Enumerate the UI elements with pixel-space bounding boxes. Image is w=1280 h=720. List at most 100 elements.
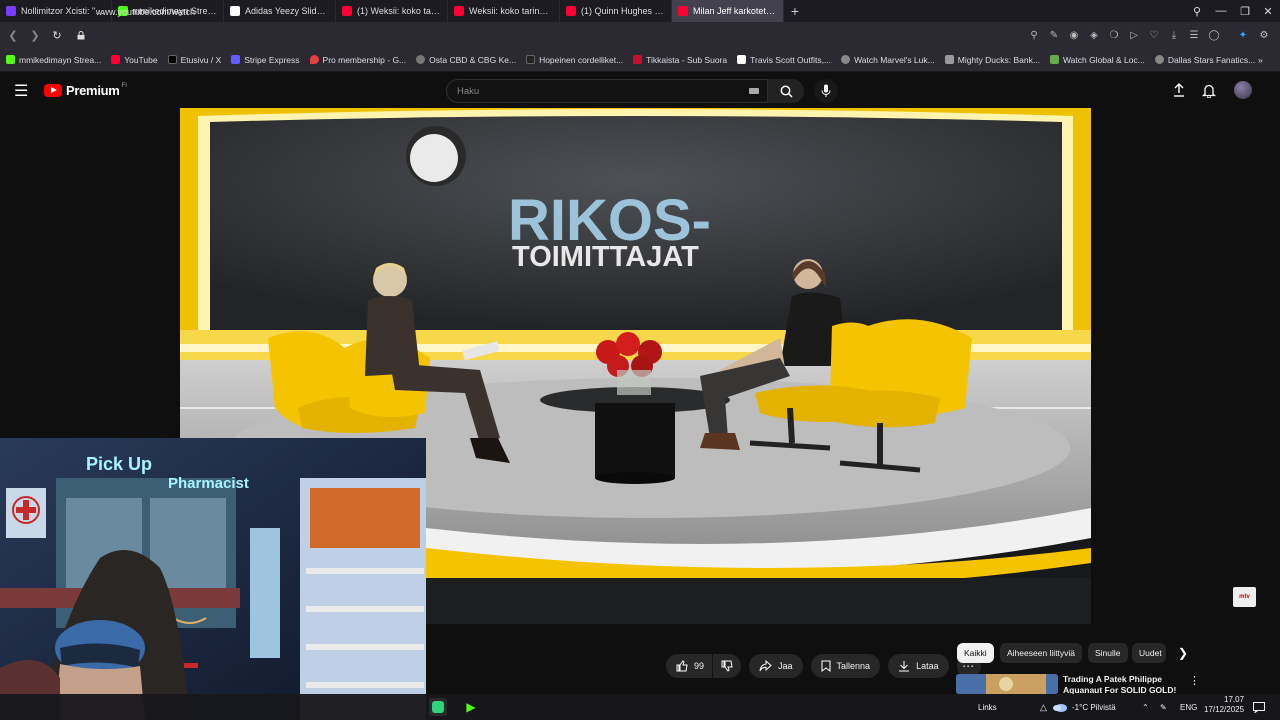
heart-icon[interactable]: ♡ [1147, 29, 1161, 41]
pharmacy-sign-left: Pick Up [86, 454, 152, 474]
back-icon[interactable]: ❮ [2, 24, 24, 46]
globe-icon [416, 55, 426, 64]
shield-icon[interactable]: ◈ [1087, 29, 1101, 41]
bookmark-item[interactable]: Mighty Ducks: Bank... [944, 55, 1040, 65]
maximize-button[interactable]: ❐ [1233, 0, 1257, 22]
search-icon [780, 85, 793, 98]
stripe-icon [231, 55, 241, 64]
play-icon[interactable]: ▷ [1127, 29, 1141, 41]
vpn-icon[interactable]: ❍ [1107, 29, 1121, 41]
share-button[interactable]: Jaa [749, 654, 803, 678]
camera-icon[interactable]: ◉ [1067, 29, 1081, 41]
hamburger-menu-icon[interactable]: ☰ [14, 81, 28, 101]
avatar[interactable] [1234, 81, 1252, 99]
bookmark-item[interactable]: Stripe Express [231, 55, 300, 65]
pharmacy-sign-right: Pharmacist [168, 475, 249, 492]
kick-app-icon: ▶ [466, 700, 476, 714]
bookmark-item[interactable]: Tikkaista - Sub Suora [633, 55, 727, 65]
browser-tab[interactable]: (1) Quinn Hughes Minneso [560, 0, 672, 22]
bookmark-item[interactable]: Hopeinen cordelliket... [526, 55, 623, 65]
globe-icon [841, 55, 851, 64]
taskbar-app-icon[interactable] [429, 698, 447, 716]
find-icon[interactable]: ⚲ [1027, 29, 1041, 41]
bookmark-item[interactable]: Watch Marvel's Luk... [841, 55, 935, 65]
weather-status[interactable]: -1°C Pilvistä [1072, 698, 1116, 716]
chevron-up-icon[interactable]: ⌃ [1142, 698, 1149, 716]
download-icon [899, 661, 910, 672]
upload-icon[interactable] [1171, 82, 1187, 98]
taskbar-app-icon[interactable]: ▶ [462, 698, 480, 716]
lock-icon[interactable] [70, 24, 92, 46]
duck-icon [944, 55, 954, 64]
keyboard-icon[interactable] [749, 88, 759, 94]
chip-for-you[interactable]: Sinulle [1088, 643, 1128, 663]
recommendation-title[interactable]: Trading A Patek Philippe Aquanaut For SO… [1063, 674, 1181, 696]
browser-tab[interactable]: (1) Weksii: koko tarina sen [336, 0, 448, 22]
channel-watermark[interactable]: mtv [1233, 587, 1256, 607]
minimize-button[interactable]: — [1209, 0, 1233, 22]
search-button[interactable] [768, 79, 804, 103]
links-toolbar[interactable]: Links [978, 698, 997, 716]
bookmark-item[interactable]: YouTube [111, 55, 158, 65]
settings-icon[interactable]: ⚙ [1257, 29, 1271, 41]
bookmarks-overflow-icon[interactable]: » [1258, 55, 1263, 65]
extension-icon[interactable]: ✦ [1236, 29, 1250, 41]
profile-icon[interactable]: ◯ [1207, 29, 1221, 41]
browser-tab-active[interactable]: Milan Jeff karkotettiin [672, 0, 784, 22]
language-indicator[interactable]: ENG [1180, 698, 1197, 716]
bookmark-item[interactable]: Pro membership - G... [309, 55, 406, 65]
youtube-premium-logo[interactable]: Premium FI [44, 83, 127, 98]
recommendation-thumbnail[interactable] [956, 674, 1058, 694]
kick-icon [6, 55, 15, 64]
windows-taskbar: ▶ Links △ -1°C Pilvistä ⌃ ✎ ENG 17.07 17… [0, 694, 1280, 720]
notification-icon[interactable] [1253, 698, 1265, 716]
weather-icon[interactable] [1052, 698, 1068, 716]
close-button[interactable]: ✕ [1256, 0, 1280, 22]
tab-title: Nollimitzor Xcisti: "Kick Stre [21, 6, 105, 16]
logo-region: FI [121, 82, 127, 89]
save-button[interactable]: Tallenna [810, 654, 881, 678]
menu-lines-icon[interactable]: ☰ [1187, 29, 1201, 41]
clock-date: 17/12/2025 [1204, 705, 1245, 714]
like-count: 99 [694, 661, 705, 671]
dislike-button[interactable] [713, 654, 742, 678]
chip-all[interactable]: Kaikki [957, 643, 994, 663]
browser-tab[interactable]: Adidas Yeezy Slide Azure [224, 0, 336, 22]
recommendation-menu-icon[interactable]: ⋮ [1189, 674, 1200, 687]
globe-icon [1154, 55, 1164, 64]
video-actions: 99 Jaa Tallenna Lataa ⋯ [666, 654, 989, 678]
forward-icon[interactable]: ❯ [24, 24, 46, 46]
hat-icon [737, 55, 747, 64]
browser-tab[interactable]: Weksii: koko tarina sensuro [448, 0, 560, 22]
x-icon [6, 6, 16, 16]
reload-icon[interactable]: ↻ [46, 24, 68, 46]
bookmark-item[interactable]: Dallas Stars Fanatics... [1154, 55, 1255, 65]
pen-icon[interactable]: ✎ [1160, 698, 1167, 716]
bookmark-item[interactable]: Travis Scott Outfits,... [737, 55, 831, 65]
bookmark-item[interactable]: mmikedimayn Strea... [6, 55, 101, 65]
bookmark-item[interactable]: Watch Global & Loc... [1049, 55, 1145, 65]
adidas-icon [230, 6, 240, 16]
like-button[interactable]: 99 [666, 654, 713, 678]
clock[interactable]: 17.07 17/12/2025 [1204, 695, 1245, 714]
download-icon[interactable]: ⤓ [1167, 29, 1181, 41]
notifications-bell-icon[interactable] [1201, 82, 1217, 98]
url-field[interactable]: www.youtube.com/watch [96, 7, 195, 17]
search-tabs-icon[interactable]: ⚲ [1185, 0, 1209, 22]
search-box [446, 79, 768, 103]
voice-search-button[interactable] [814, 79, 838, 103]
chip-new[interactable]: Uudet [1132, 643, 1166, 663]
bookmark-item[interactable]: Osta CBD & CBG Ke... [416, 55, 516, 65]
youtube-icon [566, 6, 576, 16]
share-icon [759, 660, 772, 672]
search-input[interactable] [447, 80, 727, 102]
download-button[interactable]: Lataa [888, 654, 949, 678]
bookmark-item[interactable]: Etusivu / X [167, 55, 221, 65]
tv-icon [1049, 55, 1059, 64]
chip-related[interactable]: Aiheeseen liittyviä [1000, 643, 1083, 663]
tray-overflow-icon[interactable]: △ [1040, 698, 1047, 716]
edit-icon[interactable]: ✎ [1047, 29, 1061, 41]
chips-next-icon[interactable]: ❯ [1178, 646, 1188, 660]
new-tab-button[interactable]: + [784, 0, 806, 22]
share-label: Jaa [778, 661, 793, 671]
